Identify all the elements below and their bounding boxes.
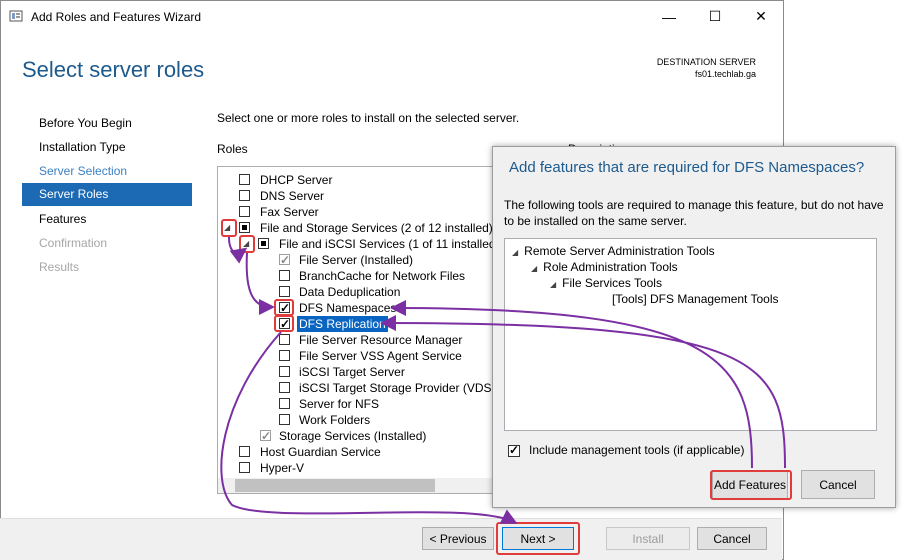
minimize-button[interactable]: — [646, 1, 692, 32]
role-label: Server for NFS [299, 397, 380, 411]
role-label: DNS Server [260, 189, 325, 203]
role-label: File Server VSS Agent Service [299, 349, 462, 363]
add-features-dialog: Add features that are required for DFS N… [492, 146, 896, 508]
role-label: Fax Server [260, 205, 319, 219]
roles-tree[interactable]: DHCP Server DNS Server Fax Server ◢ File… [217, 166, 507, 494]
highlight-box-next [496, 522, 580, 555]
highlight-box-expander-2 [239, 235, 255, 253]
nav-item-results: Results [39, 260, 80, 274]
role-label: iSCSI Target Storage Provider (VDS a [299, 381, 502, 395]
server-manager-icon [9, 10, 23, 22]
highlight-box-dfs-namespaces [274, 299, 294, 316]
roles-heading: Roles [217, 142, 248, 156]
title-bar: Add Roles and Features Wizard — ☐ ✕ [1, 1, 783, 32]
expanded-triangle-icon[interactable]: ◢ [550, 280, 556, 289]
role-label: Hyper-V [260, 461, 305, 475]
tree-node-label: [Tools] DFS Management Tools [612, 292, 779, 306]
role-checkbox[interactable] [279, 366, 290, 377]
close-button[interactable]: ✕ [738, 1, 784, 32]
role-label: File Server Resource Manager [299, 333, 463, 347]
page-title: Select server roles [22, 57, 205, 82]
role-checkbox[interactable] [258, 238, 269, 249]
include-tools-label: Include management tools (if applicable) [529, 443, 745, 457]
tree-node-label: File Services Tools [562, 276, 662, 290]
dialog-cancel-button[interactable]: Cancel [801, 470, 875, 499]
cancel-button[interactable]: Cancel [697, 527, 767, 550]
role-checkbox[interactable] [239, 174, 250, 185]
role-checkbox[interactable] [279, 286, 290, 297]
role-checkbox[interactable] [239, 462, 250, 473]
role-label: BranchCache for Network Files [299, 269, 466, 283]
role-checkbox[interactable] [279, 414, 290, 425]
dialog-description: The following tools are required to mana… [504, 198, 884, 228]
dialog-title: Add features that are required for DFS N… [509, 159, 865, 176]
required-features-tree[interactable]: ◢ Remote Server Administration Tools ◢ Rol… [504, 238, 877, 431]
nav-item-confirmation: Confirmation [39, 236, 108, 250]
minimize-icon: — [662, 8, 676, 25]
highlight-box-add-features [710, 470, 792, 500]
nav-item-installation-type[interactable]: Installation Type [22, 136, 192, 159]
role-label: DFS Replication [297, 316, 388, 332]
role-checkbox[interactable] [279, 382, 290, 393]
role-label: Work Folders [299, 413, 371, 427]
destination-server-label: DESTINATION SERVER [656, 57, 756, 67]
expanded-triangle-icon[interactable]: ◢ [531, 264, 537, 273]
role-checkbox[interactable] [279, 334, 290, 345]
role-label: File and iSCSI Services (1 of 11 install… [279, 237, 500, 251]
maximize-button[interactable]: ☐ [692, 1, 738, 32]
previous-button[interactable]: < Previous [422, 527, 494, 550]
role-label: Data Deduplication [299, 285, 401, 299]
role-label: Host Guardian Service [260, 445, 381, 459]
window-title: Add Roles and Features Wizard [31, 10, 202, 24]
role-checkbox[interactable] [239, 190, 250, 201]
nav-item-server-selection[interactable]: Server Selection [22, 160, 192, 183]
role-checkbox [279, 252, 290, 268]
nav-item-server-roles[interactable]: Server Roles [22, 183, 192, 206]
role-label: File and Storage Services (2 of 12 insta… [260, 221, 493, 235]
role-checkbox[interactable] [279, 398, 290, 409]
nav-item-before-you-begin[interactable]: Before You Begin [22, 112, 192, 135]
maximize-icon: ☐ [708, 8, 722, 24]
instruction-text: Select one or more roles to install on t… [217, 111, 520, 125]
highlight-box-dfs-replication [274, 315, 294, 332]
include-tools-checkbox[interactable] [508, 443, 520, 457]
role-label: File Server (Installed) [299, 253, 414, 267]
tree-node-label: Remote Server Administration Tools [524, 244, 715, 258]
role-checkbox [260, 428, 271, 444]
role-checkbox[interactable] [279, 350, 290, 361]
scrollbar-thumb[interactable] [235, 479, 435, 492]
role-label: DHCP Server [260, 173, 333, 187]
role-checkbox[interactable] [239, 206, 250, 217]
role-label: iSCSI Target Server [299, 365, 405, 379]
expanded-triangle-icon[interactable]: ◢ [512, 248, 518, 257]
role-checkbox[interactable] [239, 222, 250, 233]
tree-node[interactable]: [Tools] DFS Management Tools [612, 291, 779, 307]
install-button: Install [606, 527, 690, 550]
role-checkbox[interactable] [279, 270, 290, 281]
role-label: DFS Namespaces [299, 301, 397, 315]
nav-item-features[interactable]: Features [22, 208, 192, 231]
role-checkbox[interactable] [239, 446, 250, 457]
destination-server-name: fs01.techlab.ga [694, 69, 756, 79]
role-label: Storage Services (Installed) [279, 429, 427, 443]
tree-node-label: Role Administration Tools [543, 260, 678, 274]
close-icon: ✕ [755, 8, 767, 24]
highlight-box-expander-1 [221, 219, 237, 237]
